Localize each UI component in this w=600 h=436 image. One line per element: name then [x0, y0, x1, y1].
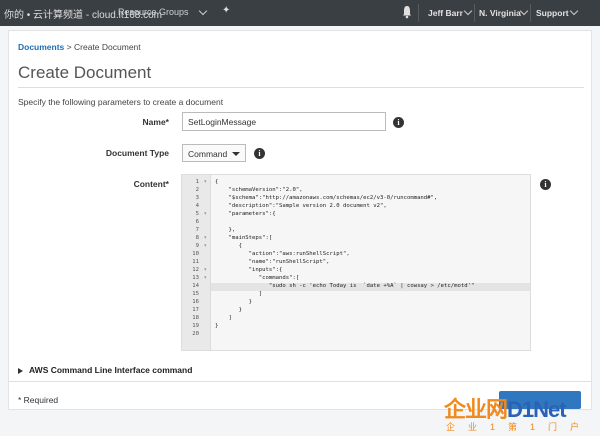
line-number: 5	[195, 211, 199, 217]
required-note: * Required	[18, 395, 59, 405]
region-menu[interactable]: N. Virginia	[479, 8, 521, 18]
line-number: 10	[192, 251, 199, 257]
code-line: "inputs":{	[215, 267, 283, 273]
line-number: 19	[192, 323, 199, 329]
code-line: "commands":[	[215, 275, 300, 281]
code-line: "name":"runShellScript",	[215, 259, 330, 265]
code-line: "description":"Sample version 2.0 docume…	[215, 203, 387, 209]
line-number: 3	[195, 195, 199, 201]
line-number: 4	[195, 203, 199, 209]
code-line: ]	[215, 315, 232, 321]
caret-right-icon	[18, 367, 23, 374]
fold-toggle-icon[interactable]: ▾	[204, 243, 207, 249]
logo-subtext: 企业1第1门户	[446, 422, 593, 432]
pin-icon[interactable]: ✦	[222, 5, 230, 16]
line-number: 11	[192, 259, 199, 265]
line-number: 2	[195, 187, 199, 193]
title-divider	[18, 87, 584, 88]
line-number: 20	[192, 331, 199, 337]
cli-command-label: AWS Command Line Interface command	[29, 365, 193, 375]
code-line: "sudo sh -c 'echo Today is `date +%A` | …	[215, 283, 475, 289]
line-number: 13	[192, 275, 199, 281]
form-instructions: Specify the following parameters to crea…	[18, 97, 224, 107]
line-number: 9	[195, 243, 199, 249]
code-line: }	[215, 299, 253, 305]
name-input[interactable]	[182, 112, 386, 131]
breadcrumb-documents-link[interactable]: Documents	[18, 42, 64, 52]
line-number: 16	[192, 299, 199, 305]
nav-divider	[418, 4, 419, 22]
code-line: "$schema":"http://amazonaws.com/schemas/…	[215, 195, 438, 201]
chevron-down-icon	[463, 6, 473, 16]
bell-icon[interactable]	[402, 5, 412, 19]
line-number: 15	[192, 291, 199, 297]
line-number: 7	[195, 227, 199, 233]
d1net-logo: 企业网D1Net 企业1第1门户	[440, 392, 600, 436]
line-number-gutter: 1 ▾ 2 3 4 5 ▾ 6 7 8 ▾ 9 ▾ 10 11 12 ▾ 13 ▾ 14 15 16 17 18 19 20	[182, 175, 211, 350]
info-icon[interactable]: i	[540, 179, 551, 190]
line-number: 17	[192, 307, 199, 313]
document-type-select[interactable]: Command	[182, 144, 246, 162]
code-editor[interactable]: 1 ▾ 2 3 4 5 ▾ 6 7 8 ▾ 9 ▾ 10 11 12 ▾ 13 ▾ 14 15 16 17 18 19 20 { …	[181, 174, 531, 351]
support-menu[interactable]: Support	[536, 8, 569, 18]
document-type-label: Document Type	[105, 148, 169, 158]
code-line: "mainSteps":[	[215, 235, 273, 241]
chevron-down-icon	[569, 6, 579, 16]
footer-divider	[9, 381, 591, 382]
code-line: }	[215, 307, 242, 313]
code-line: {	[215, 243, 242, 249]
chevron-down-icon	[519, 6, 529, 16]
content-label: Content*	[133, 179, 169, 189]
logo-text-orange: 企业网	[444, 397, 508, 422]
fold-toggle-icon[interactable]: ▾	[204, 275, 207, 281]
breadcrumb-current: Create Document	[74, 42, 141, 52]
cli-command-expander[interactable]: AWS Command Line Interface command	[18, 365, 192, 375]
code-line: "action":"aws:runShellScript",	[215, 251, 350, 257]
code-line: {	[215, 179, 219, 185]
user-menu[interactable]: Jeff Barr	[428, 8, 463, 18]
document-type-value: Command	[188, 149, 228, 159]
caret-down-icon	[232, 152, 240, 156]
code-line: "parameters":{	[215, 211, 276, 217]
logo-text-blue: D1Net	[507, 397, 567, 422]
name-label: Name*	[142, 117, 169, 127]
line-number: 18	[192, 315, 199, 321]
line-number: 12	[192, 267, 199, 273]
info-icon[interactable]: i	[393, 117, 404, 128]
page-title: Create Document	[18, 63, 152, 82]
chevron-down-icon	[198, 6, 208, 16]
info-icon[interactable]: i	[254, 148, 265, 159]
top-nav-bar: 你的 • 云计算频道 - cloud.it168.com Resource Gr…	[0, 0, 600, 26]
fold-toggle-icon[interactable]: ▾	[204, 267, 207, 273]
line-number: 6	[195, 219, 199, 225]
breadcrumb: Documents > Create Document	[18, 42, 141, 52]
main-content: Documents > Create Document Create Docum…	[8, 30, 592, 410]
line-number: 1	[195, 179, 199, 185]
fold-toggle-icon[interactable]: ▾	[204, 179, 207, 185]
fold-toggle-icon[interactable]: ▾	[204, 235, 207, 241]
line-number: 14	[192, 283, 199, 289]
code-line: }	[215, 323, 219, 329]
code-line: "schemaVersion":"2.0",	[215, 187, 303, 193]
resource-groups-menu[interactable]: Resource Groups	[118, 7, 189, 17]
code-line: },	[215, 227, 236, 233]
nav-divider	[530, 4, 531, 22]
fold-toggle-icon[interactable]: ▾	[204, 211, 207, 217]
breadcrumb-separator: >	[66, 42, 72, 52]
line-number: 8	[195, 235, 199, 241]
code-line: ]	[215, 291, 263, 297]
nav-divider	[474, 4, 475, 22]
